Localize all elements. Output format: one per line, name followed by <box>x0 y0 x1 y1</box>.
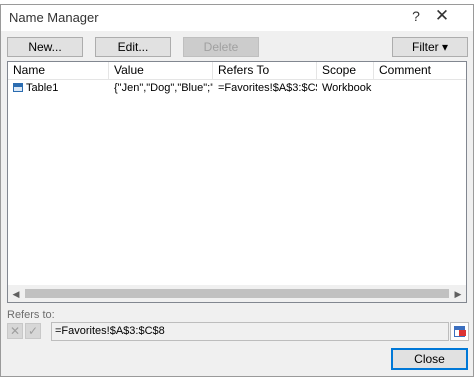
row-value: {"Jen","Dog","Blue";"M... <box>114 82 213 94</box>
column-header-scope[interactable]: Scope <box>317 62 374 79</box>
dialog-title: Name Manager <box>9 10 99 25</box>
names-list[interactable]: Name Value Refers To Scope Comment Table… <box>7 61 467 303</box>
horizontal-scrollbar[interactable]: ◀ ▶ <box>8 285 466 302</box>
close-button[interactable]: Close <box>391 348 468 370</box>
row-comment <box>374 80 466 96</box>
edit-button[interactable]: Edit... <box>95 37 171 57</box>
new-button[interactable]: New... <box>7 37 83 57</box>
row-name-cell: Table1 <box>8 80 109 96</box>
column-header-refers-to[interactable]: Refers To <box>213 62 317 79</box>
name-manager-dialog: Name Manager ? ✕ New... Edit... Delete F… <box>0 4 474 377</box>
table-icon <box>13 83 23 92</box>
table-row[interactable]: Table1 {"Jen","Dog","Blue";"M... =Favori… <box>8 80 466 96</box>
confirm-edit-icon[interactable]: ✓ <box>25 323 41 339</box>
collapse-dialog-icon[interactable] <box>450 322 469 341</box>
cancel-edit-icon[interactable]: ✕ <box>7 323 23 339</box>
refers-to-field[interactable]: =Favorites!$A$3:$C$8 <box>51 322 449 341</box>
column-header-name[interactable]: Name <box>8 62 109 79</box>
title-bar: Name Manager ? ✕ <box>1 5 473 31</box>
scrollbar-thumb[interactable] <box>25 289 449 298</box>
filter-button[interactable]: Filter ▾ <box>392 37 468 57</box>
scroll-left-icon[interactable]: ◀ <box>8 286 24 302</box>
row-refers-to: =Favorites!$A$3:$C$8 <box>218 82 317 94</box>
delete-button[interactable]: Delete <box>183 37 259 57</box>
row-name: Table1 <box>26 82 59 94</box>
row-scope: Workbook <box>322 82 372 94</box>
close-icon[interactable]: ✕ <box>432 6 452 28</box>
list-header: Name Value Refers To Scope Comment <box>8 62 466 80</box>
help-button[interactable]: ? <box>409 8 423 24</box>
refers-to-label: Refers to: <box>7 309 55 321</box>
column-header-value[interactable]: Value <box>109 62 213 79</box>
scroll-right-icon[interactable]: ▶ <box>450 286 466 302</box>
column-header-comment[interactable]: Comment <box>374 62 466 79</box>
